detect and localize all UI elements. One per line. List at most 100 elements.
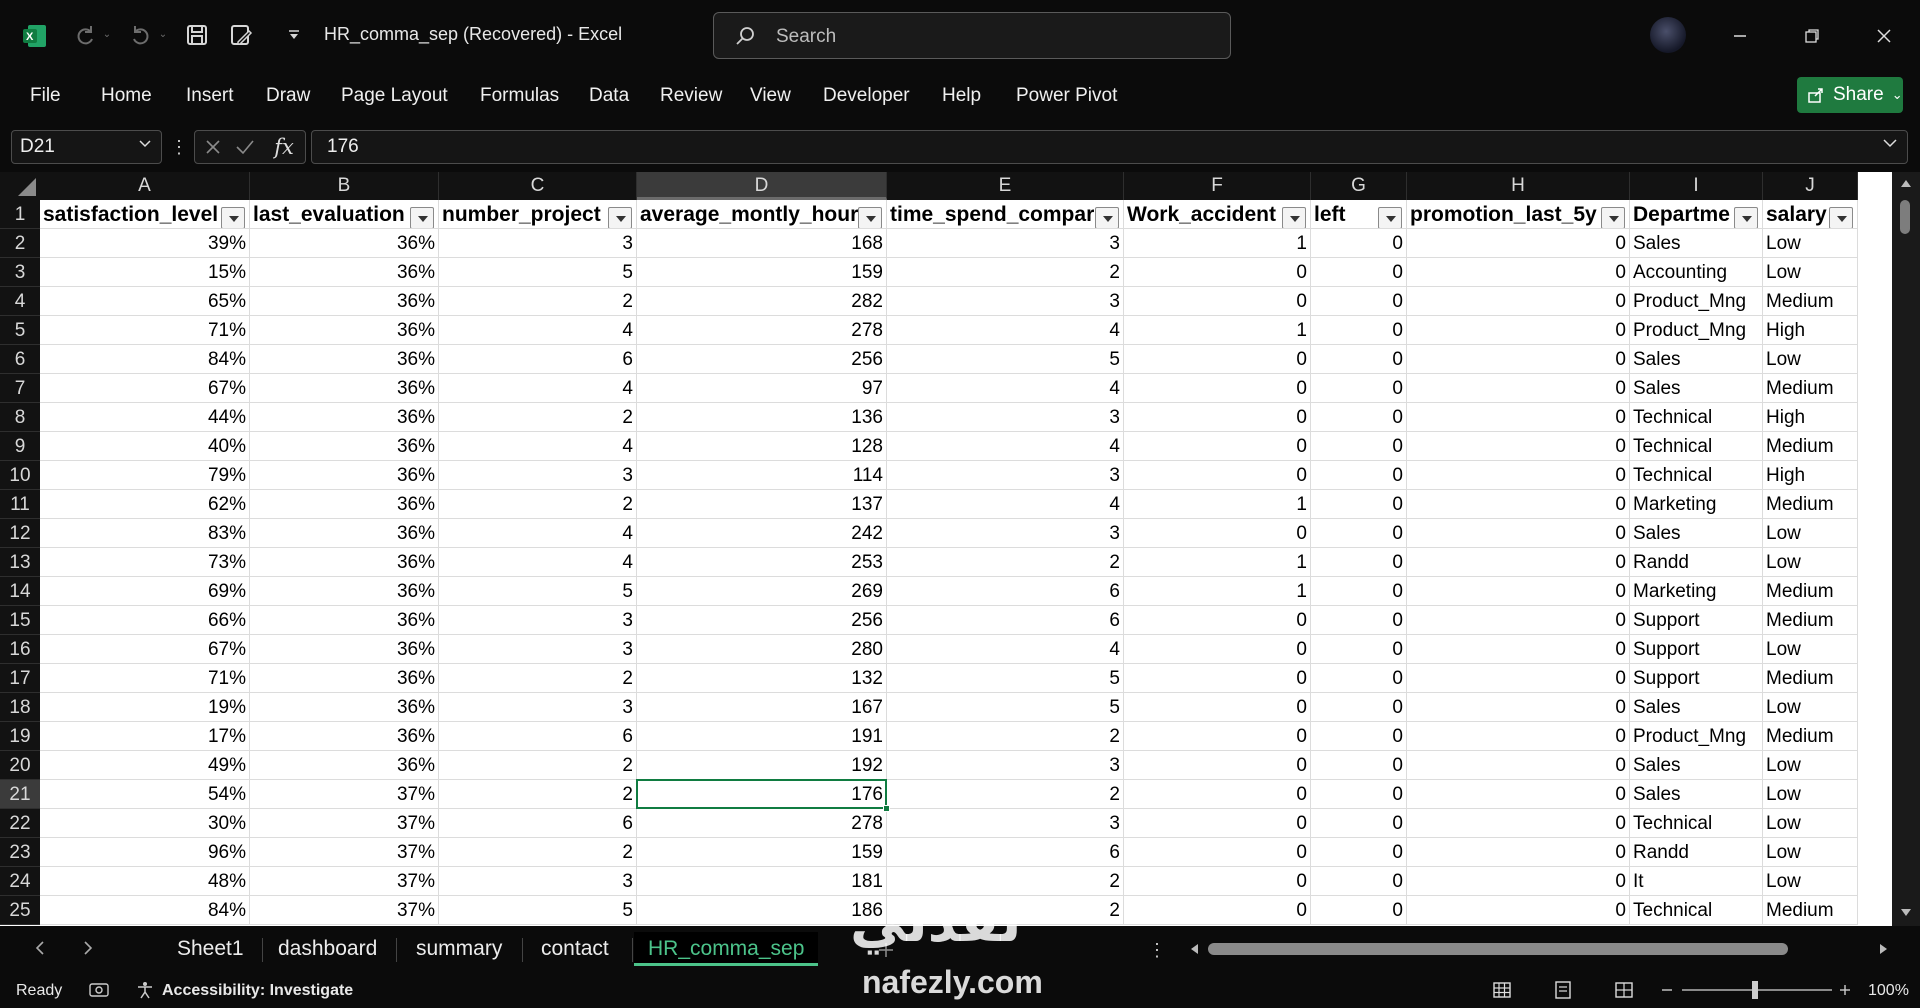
header-cell-col-b[interactable]: last_evaluation (250, 200, 439, 229)
cell-col-h[interactable]: 0 (1407, 838, 1630, 867)
menu-review[interactable]: Review (660, 85, 722, 107)
cell-col-h[interactable]: 0 (1407, 693, 1630, 722)
menu-power-pivot[interactable]: Power Pivot (1016, 85, 1117, 107)
row-header[interactable]: 20 (0, 751, 40, 780)
cell-col-i[interactable]: Product_Mng (1630, 287, 1763, 316)
cell-col-a[interactable]: 65% (40, 287, 250, 316)
cell-col-c[interactable]: 2 (439, 751, 637, 780)
cell-col-c[interactable]: 2 (439, 664, 637, 693)
cell-col-g[interactable]: 0 (1311, 316, 1407, 345)
row-header[interactable]: 5 (0, 316, 40, 345)
name-box[interactable]: D21 (11, 130, 162, 164)
user-avatar[interactable] (1650, 17, 1686, 53)
cell-col-a[interactable]: 39% (40, 229, 250, 258)
cell-col-c[interactable]: 4 (439, 316, 637, 345)
header-cell-col-d[interactable]: average_montly_hour (637, 200, 887, 229)
cell-col-h[interactable]: 0 (1407, 374, 1630, 403)
cell-col-a[interactable]: 69% (40, 577, 250, 606)
cell-col-h[interactable]: 0 (1407, 519, 1630, 548)
cell-col-i[interactable]: Sales (1630, 751, 1763, 780)
cell-col-c[interactable]: 4 (439, 432, 637, 461)
cell-col-j[interactable]: Medium (1763, 606, 1858, 635)
cell-col-h[interactable]: 0 (1407, 751, 1630, 780)
cell-col-b[interactable]: 36% (250, 519, 439, 548)
cell-col-j[interactable]: High (1763, 461, 1858, 490)
column-header-b[interactable]: B (250, 172, 439, 200)
cell-col-b[interactable]: 36% (250, 229, 439, 258)
filter-dropdown-icon[interactable] (1378, 207, 1402, 228)
cell-col-e[interactable]: 6 (887, 606, 1124, 635)
header-cell-col-i[interactable]: Departme (1630, 200, 1763, 229)
tab-options-icon[interactable]: ⋮ (1148, 938, 1166, 962)
cell-col-j[interactable]: Low (1763, 519, 1858, 548)
cell-col-h[interactable]: 0 (1407, 664, 1630, 693)
filter-dropdown-icon[interactable] (221, 207, 245, 228)
cell-col-d[interactable]: 278 (637, 809, 887, 838)
cell-col-g[interactable]: 0 (1311, 896, 1407, 925)
cell-col-a[interactable]: 79% (40, 461, 250, 490)
cell-col-f[interactable]: 0 (1124, 867, 1311, 896)
cell-col-h[interactable]: 0 (1407, 287, 1630, 316)
cell-col-a[interactable]: 15% (40, 258, 250, 287)
cell-col-b[interactable]: 36% (250, 490, 439, 519)
cell-col-f[interactable]: 0 (1124, 345, 1311, 374)
cell-col-h[interactable]: 0 (1407, 780, 1630, 809)
expand-formula-icon[interactable] (1881, 135, 1899, 157)
next-sheet-icon[interactable] (78, 938, 98, 958)
cell-col-c[interactable]: 4 (439, 548, 637, 577)
menu-draw[interactable]: Draw (266, 85, 310, 107)
page-layout-view-icon[interactable] (1551, 978, 1575, 1002)
horizontal-scroll-thumb[interactable] (1208, 943, 1788, 955)
cell-col-c[interactable]: 3 (439, 229, 637, 258)
cell-col-h[interactable]: 0 (1407, 345, 1630, 374)
cell-col-j[interactable]: Low (1763, 635, 1858, 664)
worksheet-grid[interactable]: ABCDEFGHIJ 1 2 3 4 5 6 7 8 9 10 11 12 13 14 15 16 17 18 19… (0, 172, 1920, 926)
scroll-down-icon[interactable] (1898, 906, 1914, 920)
cell-col-b[interactable]: 36% (250, 577, 439, 606)
column-header-a[interactable]: A (40, 172, 250, 200)
row-header[interactable]: 9 (0, 432, 40, 461)
row-header[interactable]: 8 (0, 403, 40, 432)
cell-col-c[interactable]: 4 (439, 374, 637, 403)
cell-col-g[interactable]: 0 (1311, 664, 1407, 693)
tab-dashboard[interactable]: dashboard (264, 932, 391, 966)
cell-col-j[interactable]: Medium (1763, 664, 1858, 693)
cell-col-c[interactable]: 5 (439, 577, 637, 606)
cell-col-g[interactable]: 0 (1311, 693, 1407, 722)
column-header-j[interactable]: J (1763, 172, 1858, 200)
share-button[interactable]: Share ⌄ (1797, 77, 1903, 113)
undo-icon[interactable] (126, 20, 156, 50)
column-header-f[interactable]: F (1124, 172, 1311, 200)
header-cell-col-a[interactable]: satisfaction_level (40, 200, 250, 229)
cell-col-i[interactable]: Randd (1630, 838, 1763, 867)
menu-help[interactable]: Help (942, 85, 981, 107)
cell-col-b[interactable]: 36% (250, 287, 439, 316)
cell-col-a[interactable]: 19% (40, 693, 250, 722)
column-header-i[interactable]: I (1630, 172, 1763, 200)
cell-col-h[interactable]: 0 (1407, 461, 1630, 490)
cell-col-d[interactable]: 278 (637, 316, 887, 345)
cell-col-g[interactable]: 0 (1311, 258, 1407, 287)
cell-col-j[interactable]: Low (1763, 780, 1858, 809)
cell-col-c[interactable]: 2 (439, 490, 637, 519)
cell-col-d[interactable]: 256 (637, 345, 887, 374)
cell-col-d[interactable]: 280 (637, 635, 887, 664)
page-break-view-icon[interactable] (1612, 978, 1636, 1002)
cell-col-a[interactable]: 66% (40, 606, 250, 635)
row-header[interactable]: 18 (0, 693, 40, 722)
cell-col-i[interactable]: Sales (1630, 693, 1763, 722)
cell-col-c[interactable]: 3 (439, 867, 637, 896)
filter-dropdown-icon[interactable] (1282, 207, 1306, 228)
cell-col-g[interactable]: 0 (1311, 606, 1407, 635)
cell-col-b[interactable]: 36% (250, 635, 439, 664)
cell-col-b[interactable]: 36% (250, 751, 439, 780)
cell-col-j[interactable]: Low (1763, 751, 1858, 780)
cell-col-i[interactable]: Technical (1630, 432, 1763, 461)
row-header[interactable]: 24 (0, 867, 40, 896)
cell-col-a[interactable]: 71% (40, 664, 250, 693)
cell-col-g[interactable]: 0 (1311, 809, 1407, 838)
cell-col-b[interactable]: 37% (250, 780, 439, 809)
fill-handle[interactable] (883, 805, 890, 812)
cell-col-e[interactable]: 5 (887, 693, 1124, 722)
cell-col-i[interactable]: Technical (1630, 809, 1763, 838)
